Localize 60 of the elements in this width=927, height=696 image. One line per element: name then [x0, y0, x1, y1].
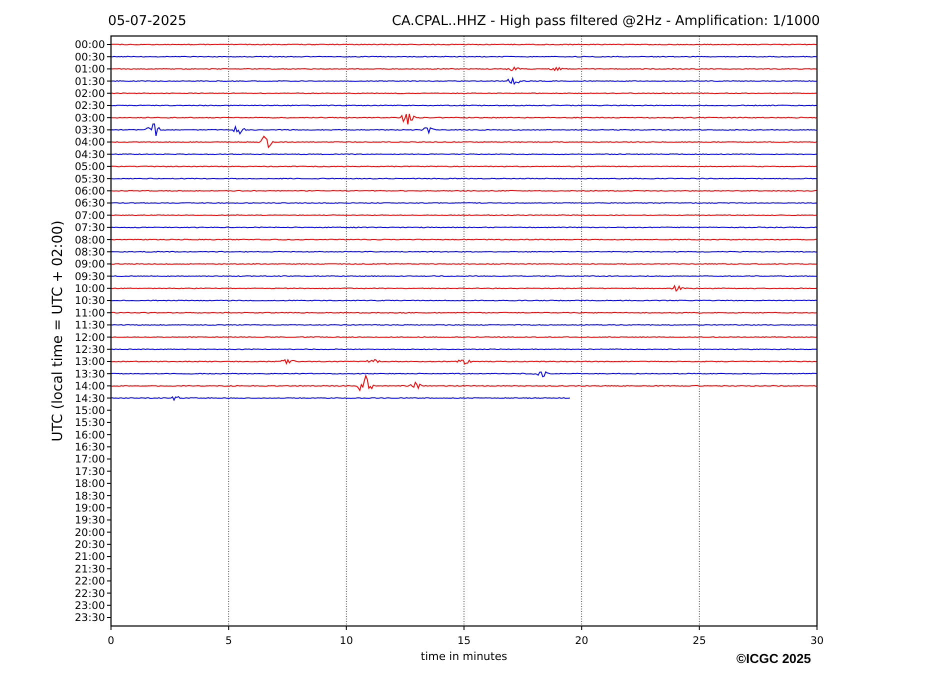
hour-label: 06:30	[74, 198, 105, 210]
hour-label: 10:30	[74, 295, 105, 308]
hour-label: 20:30	[74, 539, 105, 552]
hour-label: 19:00	[74, 502, 105, 514]
date-label: 05-07-2025	[108, 13, 186, 29]
copyright-label: ©ICGC 2025	[736, 651, 811, 666]
x-tick-label: 5	[225, 635, 232, 647]
x-tick-label: 0	[108, 635, 114, 647]
hour-label: 09:30	[74, 270, 105, 283]
hour-label: 00:00	[74, 39, 105, 52]
x-tick-label: 10	[340, 635, 354, 647]
hour-label: 11:00	[74, 307, 105, 320]
hour-label: 04:00	[74, 136, 105, 149]
hour-label: 10:00	[74, 283, 105, 296]
hour-label: 03:30	[74, 124, 105, 137]
hour-label: 11:30	[74, 320, 105, 332]
x-axis-title: time in minutes	[420, 650, 508, 663]
hour-label: 13:30	[74, 368, 105, 380]
hour-label: 17:00	[74, 454, 105, 466]
hour-label: 20:00	[74, 526, 105, 539]
hour-label: 00:30	[74, 51, 105, 64]
hour-label: 12:00	[74, 332, 105, 344]
hour-label: 07:30	[74, 222, 105, 234]
hour-label: 14:30	[74, 392, 105, 405]
y-axis-title: UTC (local time = UTC + 02:00)	[50, 220, 66, 442]
hour-label: 07:00	[74, 210, 105, 222]
hour-label: 02:30	[74, 100, 105, 112]
x-tick-label: 15	[457, 635, 471, 647]
hour-label: 16:30	[74, 442, 105, 454]
hour-label: 18:00	[74, 478, 105, 490]
hour-label: 08:30	[74, 246, 105, 258]
hour-label: 02:00	[74, 88, 105, 100]
hour-label: 23:30	[74, 612, 105, 624]
hour-label: 09:00	[74, 258, 105, 271]
hour-label: 17:30	[74, 466, 105, 478]
hour-label: 21:00	[74, 551, 105, 564]
hour-label: 05:30	[74, 173, 105, 186]
hour-label: 22:30	[74, 588, 105, 600]
hour-label: 03:00	[74, 112, 105, 124]
x-tick-label: 25	[692, 635, 706, 647]
hour-label: 14:00	[74, 380, 105, 393]
chart-title: CA.CPAL..HHZ - High pass filtered @2Hz - Amplification: 1/1000	[392, 13, 820, 29]
hour-label: 15:30	[74, 417, 105, 430]
x-tick-label: 20	[574, 635, 588, 647]
hour-label: 06:00	[74, 186, 105, 198]
hour-label: 04:30	[74, 148, 105, 161]
hour-label: 01:30	[74, 76, 105, 88]
hour-label: 05:00	[74, 161, 105, 174]
hour-label: 18:30	[74, 490, 105, 502]
hour-label: 21:30	[74, 563, 105, 576]
x-tick-label: 30	[810, 635, 824, 647]
hour-label: 12:30	[74, 344, 105, 356]
hour-label: 01:00	[74, 64, 105, 76]
hour-label: 15:00	[74, 404, 105, 417]
hour-label: 23:00	[74, 600, 105, 612]
hour-label: 13:00	[74, 356, 105, 368]
hour-label: 16:00	[74, 429, 105, 442]
hour-label: 19:30	[74, 514, 105, 527]
hour-label: 22:00	[74, 576, 105, 588]
hour-label: 08:00	[74, 234, 105, 246]
